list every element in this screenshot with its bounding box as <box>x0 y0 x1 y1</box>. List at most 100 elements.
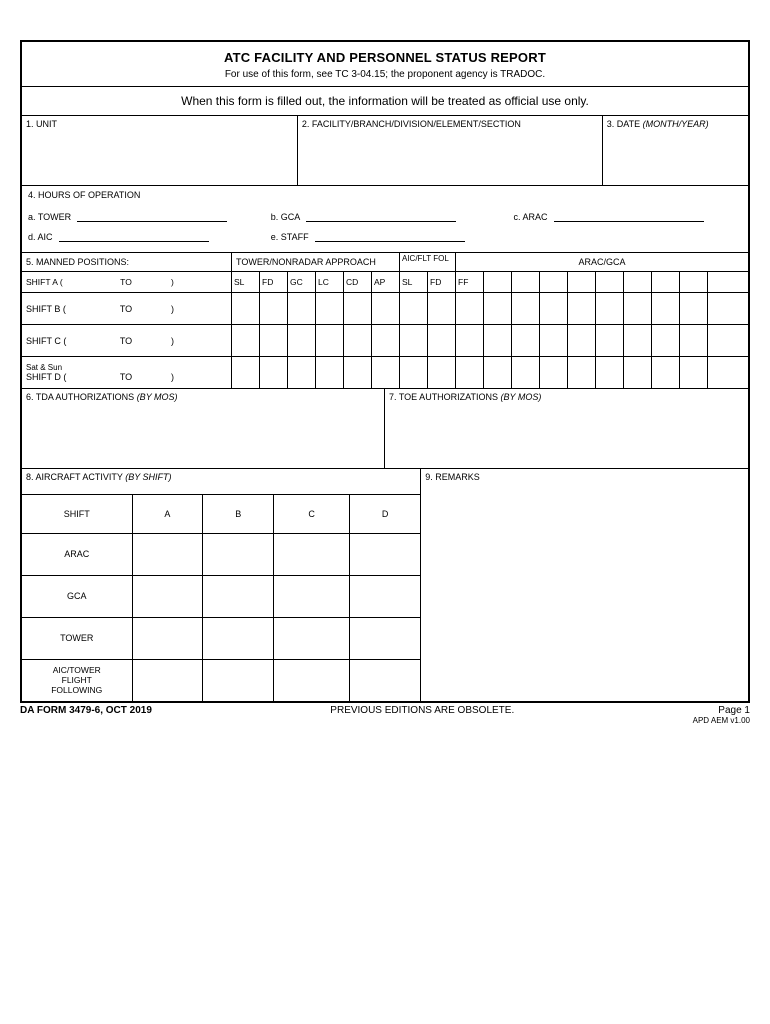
arac-d[interactable] <box>350 533 421 575</box>
cell[interactable] <box>344 293 372 324</box>
cell[interactable] <box>232 357 260 388</box>
date-field[interactable]: 3. DATE (MONTH/YEAR) <box>603 116 748 186</box>
cell[interactable] <box>428 325 456 356</box>
cell[interactable] <box>624 357 652 388</box>
col-blank-8[interactable] <box>680 272 708 292</box>
cell[interactable] <box>316 357 344 388</box>
cell[interactable] <box>316 293 344 324</box>
cell[interactable] <box>428 357 456 388</box>
cell[interactable] <box>260 357 288 388</box>
col-blank-9[interactable] <box>708 272 748 292</box>
cell[interactable] <box>456 293 484 324</box>
staff-input[interactable] <box>315 230 465 242</box>
remarks-field[interactable]: 9. REMARKS <box>421 469 748 701</box>
col-blank-6[interactable] <box>624 272 652 292</box>
col-blank-5[interactable] <box>596 272 624 292</box>
shift-header: SHIFT <box>22 495 132 533</box>
cell[interactable] <box>512 357 540 388</box>
cell[interactable] <box>344 357 372 388</box>
cell[interactable] <box>568 293 596 324</box>
unit-field[interactable]: 1. UNIT <box>22 116 298 186</box>
cell[interactable] <box>288 357 316 388</box>
cell[interactable] <box>232 325 260 356</box>
arac-b[interactable] <box>203 533 274 575</box>
cell[interactable] <box>344 325 372 356</box>
col-cd: CD <box>344 272 372 292</box>
activity-table: SHIFT A B C D ARAC GCA T <box>22 495 420 701</box>
col-gc: GC <box>288 272 316 292</box>
tda-auth-field[interactable]: 6. TDA AUTHORIZATIONS (BY MOS) <box>22 389 385 469</box>
cell[interactable] <box>456 325 484 356</box>
cell[interactable] <box>652 293 680 324</box>
cell[interactable] <box>316 325 344 356</box>
aictower-d[interactable] <box>350 659 421 701</box>
cell[interactable] <box>596 325 624 356</box>
tower-d[interactable] <box>350 617 421 659</box>
cell[interactable] <box>400 357 428 388</box>
aa-byshift: (BY SHIFT) <box>125 472 171 482</box>
gca-input[interactable] <box>306 210 456 222</box>
col-blank-2[interactable] <box>512 272 540 292</box>
cell[interactable] <box>708 293 748 324</box>
cell[interactable] <box>596 293 624 324</box>
cell[interactable] <box>680 357 708 388</box>
cell[interactable] <box>260 325 288 356</box>
cell[interactable] <box>596 357 624 388</box>
cell[interactable] <box>540 357 568 388</box>
aic-group: d. AIC <box>28 230 271 242</box>
cell[interactable] <box>232 293 260 324</box>
cell[interactable] <box>680 325 708 356</box>
arac-input[interactable] <box>554 210 704 222</box>
cell[interactable] <box>624 293 652 324</box>
cell[interactable] <box>260 293 288 324</box>
arac-a[interactable] <box>132 533 203 575</box>
toe-auth-field[interactable]: 7. TOE AUTHORIZATIONS (BY MOS) <box>385 389 748 469</box>
cell[interactable] <box>484 357 512 388</box>
gca-a[interactable] <box>132 575 203 617</box>
aic-input[interactable] <box>59 230 209 242</box>
facility-field[interactable]: 2. FACILITY/BRANCH/DIVISION/ELEMENT/SECT… <box>298 116 603 186</box>
cell[interactable] <box>652 357 680 388</box>
arac-c[interactable] <box>274 533 350 575</box>
cell[interactable] <box>372 325 400 356</box>
cell[interactable] <box>484 293 512 324</box>
col-blank-1[interactable] <box>484 272 512 292</box>
cell[interactable] <box>428 293 456 324</box>
tower-input[interactable] <box>77 210 227 222</box>
tower-c[interactable] <box>274 617 350 659</box>
cell[interactable] <box>568 357 596 388</box>
cell[interactable] <box>288 293 316 324</box>
cell[interactable] <box>372 293 400 324</box>
aic-label: d. AIC <box>28 232 53 242</box>
cell[interactable] <box>708 357 748 388</box>
col-blank-4[interactable] <box>568 272 596 292</box>
gca-d[interactable] <box>350 575 421 617</box>
cell[interactable] <box>708 325 748 356</box>
cell[interactable] <box>512 325 540 356</box>
aictower-c[interactable] <box>274 659 350 701</box>
gca-group: b. GCA <box>271 210 514 222</box>
cell[interactable] <box>400 293 428 324</box>
col-blank-7[interactable] <box>652 272 680 292</box>
gca-b[interactable] <box>203 575 274 617</box>
cell[interactable] <box>372 357 400 388</box>
cell[interactable] <box>400 325 428 356</box>
cell[interactable] <box>652 325 680 356</box>
cell[interactable] <box>540 293 568 324</box>
aictower-a[interactable] <box>132 659 203 701</box>
cell[interactable] <box>568 325 596 356</box>
aictower-b[interactable] <box>203 659 274 701</box>
col-blank-3[interactable] <box>540 272 568 292</box>
cell[interactable] <box>484 325 512 356</box>
col-ap: AP <box>372 272 400 292</box>
cell[interactable] <box>680 293 708 324</box>
gca-c[interactable] <box>274 575 350 617</box>
cell[interactable] <box>288 325 316 356</box>
cell[interactable] <box>512 293 540 324</box>
cell[interactable] <box>540 325 568 356</box>
cell[interactable] <box>456 357 484 388</box>
col-c: C <box>274 495 350 533</box>
cell[interactable] <box>624 325 652 356</box>
tower-b[interactable] <box>203 617 274 659</box>
tower-a[interactable] <box>132 617 203 659</box>
